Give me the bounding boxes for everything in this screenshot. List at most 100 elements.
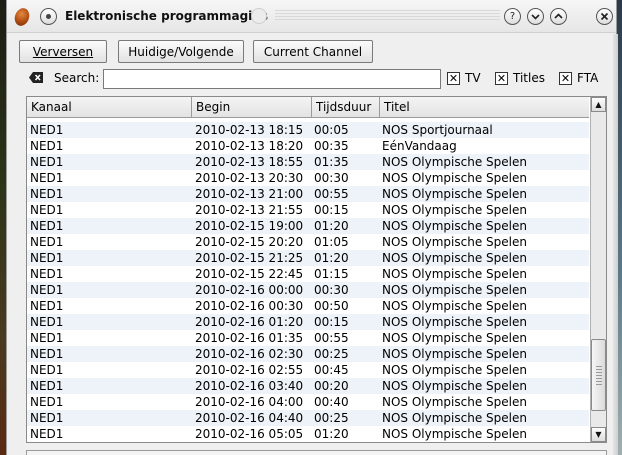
- cell-duration: 00:40: [314, 395, 349, 409]
- title-decoration-lines: [275, 10, 500, 22]
- table-row[interactable]: NED1 2010-02-13 18:15 00:05 NOS Sportjourna…: [27, 122, 589, 138]
- cell-duration: 00:15: [314, 203, 349, 217]
- refresh-button[interactable]: Verversen: [19, 40, 107, 63]
- cell-channel: NED1: [30, 299, 64, 313]
- cell-duration: 00:45: [314, 363, 349, 377]
- cell-begin: 2010-02-13 20:30: [195, 171, 304, 185]
- cell-title: NOS Olympische Spelen: [382, 267, 527, 281]
- column-header-duration[interactable]: Tijdsduur: [312, 97, 380, 117]
- cell-begin: 2010-02-15 21:25: [195, 251, 304, 265]
- table-row[interactable]: NED1 2010-02-16 00:30 00:50 NOS Olympische …: [27, 298, 589, 314]
- table-row[interactable]: NED1 2010-02-13 20:30 00:30 NOS Olympische …: [27, 170, 589, 186]
- cell-title: NOS Olympische Spelen: [382, 363, 527, 377]
- cell-title: NOS Olympische Spelen: [382, 235, 527, 249]
- cell-title: NOS Olympische Spelen: [382, 347, 527, 361]
- cell-title: NOS Olympische Spelen: [382, 299, 527, 313]
- cell-begin: 2010-02-13 21:55: [195, 203, 304, 217]
- program-table: Kanaal Begin Tijdsduur Titel NED1 2010-02…: [26, 96, 607, 443]
- cell-channel: NED1: [30, 155, 64, 169]
- filter-fta-checkbox[interactable]: ✕: [559, 72, 572, 85]
- table-row[interactable]: NED1 2010-02-16 01:35 00:55 NOS Olympische …: [27, 330, 589, 346]
- filter-fta-label[interactable]: FTA: [577, 71, 598, 85]
- cell-duration: 01:20: [314, 427, 349, 441]
- table-row[interactable]: NED1 2010-02-15 19:00 01:20 NOS Olympische …: [27, 218, 589, 234]
- current-channel-button[interactable]: Current Channel: [253, 40, 373, 63]
- cell-begin: 2010-02-16 03:40: [195, 379, 304, 393]
- cell-begin: 2010-02-13 18:15: [195, 123, 304, 137]
- cell-begin: 2010-02-15 19:00: [195, 219, 304, 233]
- window-menu-icon[interactable]: [40, 8, 57, 25]
- cell-duration: 01:20: [314, 251, 349, 265]
- cell-begin: 2010-02-16 02:55: [195, 363, 304, 377]
- table-row[interactable]: NED1 2010-02-16 05:05 01:20 NOS Olympische …: [27, 426, 589, 442]
- table-row[interactable]: NED1 2010-02-13 18:20 00:35 EénVandaag: [27, 138, 589, 154]
- cell-title: NOS Olympische Spelen: [382, 427, 527, 441]
- table-row[interactable]: NED1 2010-02-16 02:30 00:25 NOS Olympische …: [27, 346, 589, 362]
- column-header-title[interactable]: Titel: [380, 97, 589, 117]
- cell-title: NOS Olympische Spelen: [382, 315, 527, 329]
- cell-begin: 2010-02-16 04:00: [195, 395, 304, 409]
- cell-title: NOS Olympische Spelen: [382, 379, 527, 393]
- cell-duration: 00:30: [314, 283, 349, 297]
- filter-tv-checkbox[interactable]: ✕: [447, 72, 460, 85]
- cell-begin: 2010-02-16 01:35: [195, 331, 304, 345]
- cell-title: NOS Olympische Spelen: [382, 251, 527, 265]
- table-row[interactable]: NED1 2010-02-16 04:00 00:40 NOS Olympische …: [27, 394, 589, 410]
- epg-window: Elektronische programmagids ? Verversen …: [6, 0, 618, 455]
- filter-titles-label[interactable]: Titles: [513, 71, 545, 85]
- refresh-button-label: Verversen: [32, 44, 94, 59]
- table-row[interactable]: NED1 2010-02-13 21:00 00:55 NOS Olympische …: [27, 186, 589, 202]
- table-row[interactable]: NED1 2010-02-15 20:20 01:05 NOS Olympische …: [27, 234, 589, 250]
- vertical-scrollbar[interactable]: ▲ ▼: [590, 97, 606, 442]
- cell-duration: 00:05: [314, 123, 349, 137]
- cell-begin: 2010-02-16 01:20: [195, 315, 304, 329]
- cell-title: EénVandaag: [382, 139, 457, 153]
- scroll-down-icon[interactable]: ▼: [591, 427, 606, 442]
- cell-channel: NED1: [30, 251, 64, 265]
- search-clear-icon[interactable]: [28, 71, 44, 84]
- close-icon[interactable]: [596, 8, 613, 25]
- cell-begin: 2010-02-16 02:30: [195, 347, 304, 361]
- table-row[interactable]: NED1 2010-02-16 01:20 00:15 NOS Olympische …: [27, 314, 589, 330]
- cell-begin: 2010-02-16 05:05: [195, 427, 304, 441]
- cell-duration: 00:35: [314, 139, 349, 153]
- help-icon[interactable]: ?: [504, 8, 521, 25]
- cell-begin: 2010-02-16 04:40: [195, 411, 304, 425]
- search-label: Search:: [54, 71, 100, 85]
- table-row[interactable]: NED1 2010-02-13 21:55 00:15 NOS Olympische …: [27, 202, 589, 218]
- search-input[interactable]: [103, 69, 441, 89]
- cell-title: NOS Olympische Spelen: [382, 331, 527, 345]
- table-row[interactable]: NED1 2010-02-16 02:55 00:45 NOS Olympische …: [27, 362, 589, 378]
- table-row[interactable]: NED1 2010-02-16 00:00 00:30 NOS Olympische …: [27, 282, 589, 298]
- scroll-up-icon[interactable]: ▲: [591, 97, 606, 112]
- cell-channel: NED1: [30, 315, 64, 329]
- filter-titles-checkbox[interactable]: ✕: [495, 72, 508, 85]
- cell-title: NOS Olympische Spelen: [382, 187, 527, 201]
- title-bar[interactable]: Elektronische programmagids ?: [7, 0, 616, 33]
- column-header-begin[interactable]: Begin: [192, 97, 312, 117]
- table-row[interactable]: NED1 2010-02-16 03:40 00:20 NOS Olympische …: [27, 378, 589, 394]
- current-channel-button-label: Current Channel: [263, 44, 363, 59]
- cell-title: NOS Olympische Spelen: [382, 171, 527, 185]
- filter-tv-label[interactable]: TV: [465, 71, 481, 85]
- minimize-icon[interactable]: [527, 8, 544, 25]
- cell-channel: NED1: [30, 139, 64, 153]
- table-row[interactable]: NED1 2010-02-16 04:40 00:25 NOS Olympische …: [27, 410, 589, 426]
- cell-channel: NED1: [30, 203, 64, 217]
- scrollbar-thumb[interactable]: [591, 339, 606, 411]
- window-edge: [613, 34, 618, 455]
- flame-app-icon[interactable]: [12, 6, 32, 28]
- table-row[interactable]: NED1 2010-02-15 22:45 01:15 NOS Olympische …: [27, 266, 589, 282]
- cell-channel: NED1: [30, 123, 64, 137]
- cell-title: NOS Sportjournaal: [382, 123, 493, 137]
- table-row[interactable]: NED1 2010-02-15 21:25 01:20 NOS Olympische …: [27, 250, 589, 266]
- cell-channel: NED1: [30, 411, 64, 425]
- cell-duration: 01:35: [314, 155, 349, 169]
- cell-duration: 01:15: [314, 267, 349, 281]
- current-next-button[interactable]: Huidige/Volgende: [118, 40, 244, 63]
- table-row[interactable]: NED1 2010-02-13 18:55 01:35 NOS Olympische …: [27, 154, 589, 170]
- cell-channel: NED1: [30, 395, 64, 409]
- maximize-icon[interactable]: [550, 8, 567, 25]
- column-header-channel[interactable]: Kanaal: [27, 97, 192, 117]
- cell-duration: 00:25: [314, 411, 349, 425]
